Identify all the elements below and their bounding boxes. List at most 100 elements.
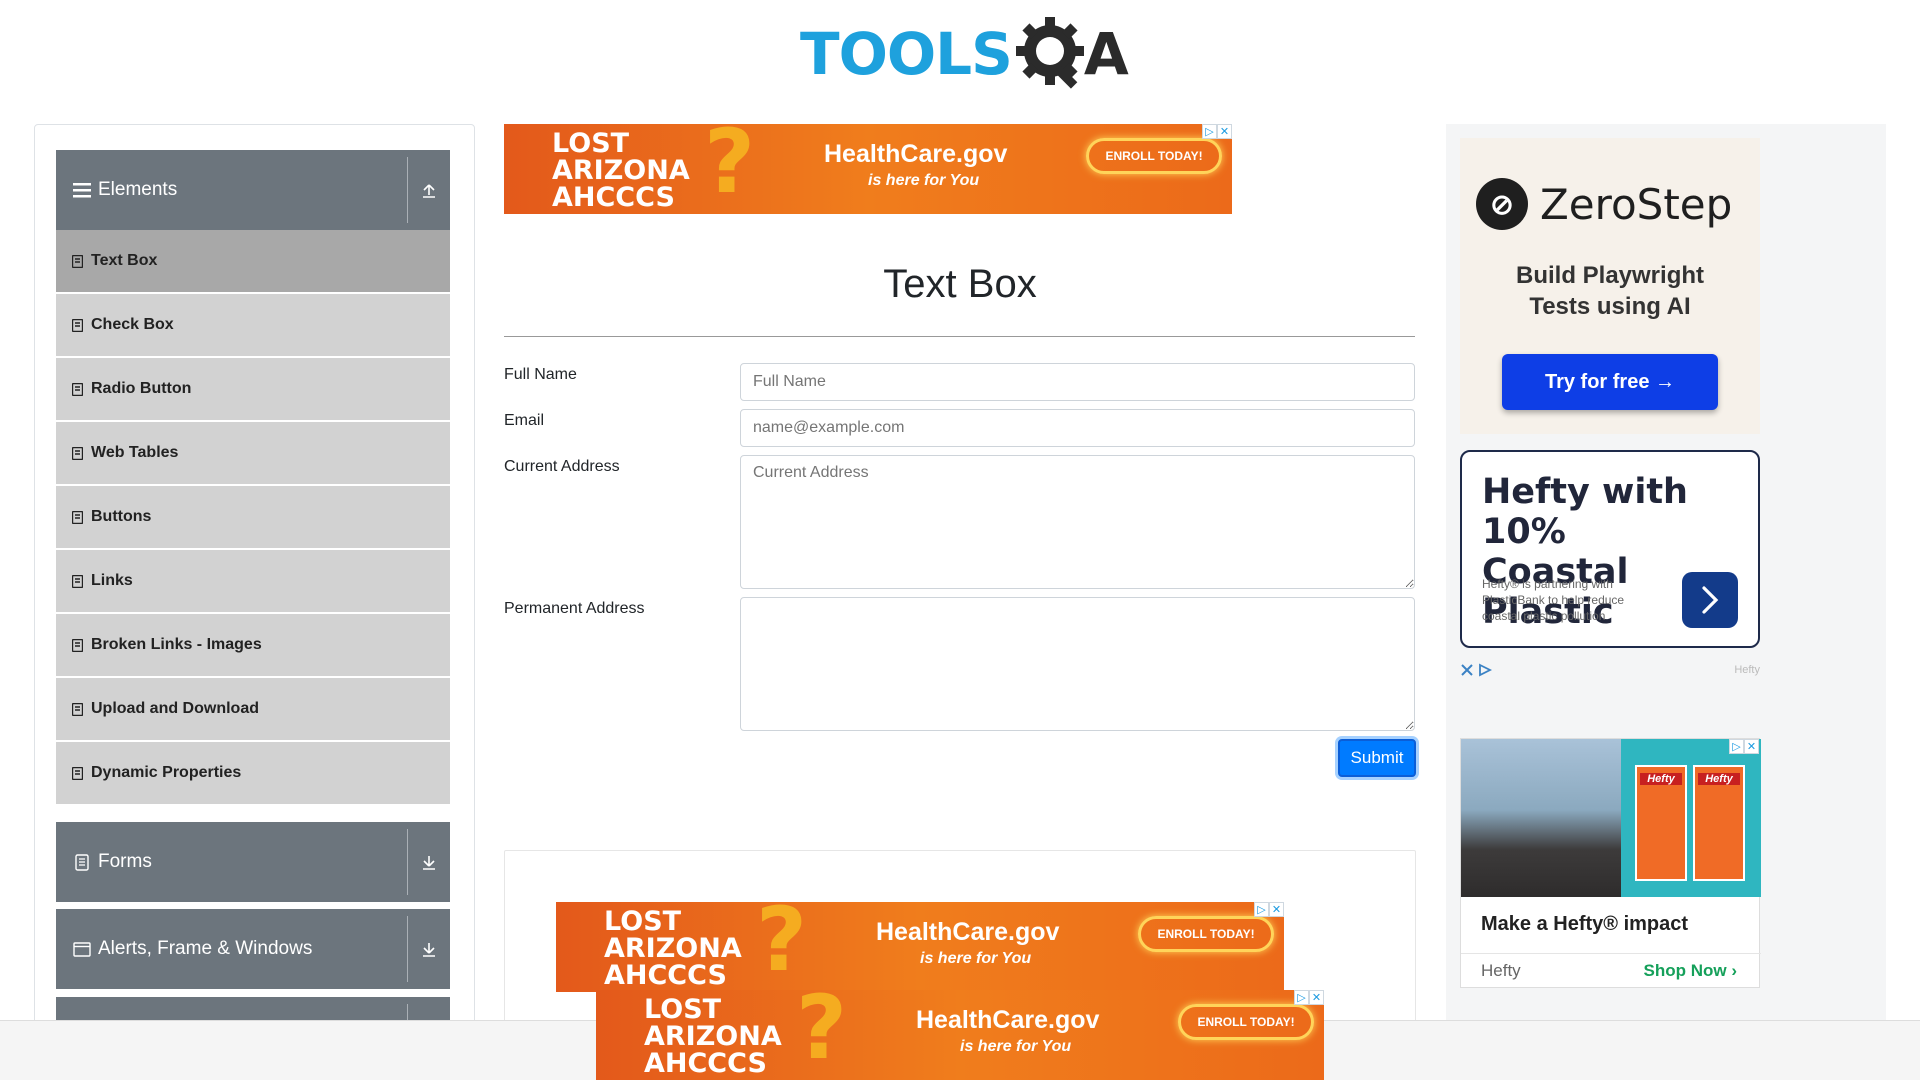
hamburger-icon	[70, 182, 94, 198]
ad-hefty-coastal[interactable]: Hefty with 10% Coastal Plastic Hefty® is…	[1460, 450, 1760, 648]
ad-footer-brand: Hefty	[1734, 664, 1760, 676]
sidebar-item-label: Links	[91, 572, 133, 589]
group-label: Elements	[98, 179, 178, 200]
try-for-free-button[interactable]: Try for free →	[1502, 354, 1718, 410]
divider	[1461, 953, 1761, 954]
beach-cleanup-image	[1461, 739, 1621, 897]
sidebar-item-label: Buttons	[91, 508, 152, 525]
expand-down-icon[interactable]	[408, 854, 450, 870]
adchoices[interactable]: ▷ ✕	[1254, 902, 1284, 917]
zerostep-logo: ⊘ ZeroStep	[1476, 178, 1732, 230]
ad-banner-healthcare-top[interactable]: LOST ARIZONA AHCCCS ? HealthCare.gov is …	[504, 124, 1232, 214]
window-icon	[70, 941, 94, 957]
sidebar-group-elements[interactable]: Elements	[56, 150, 450, 230]
group-label: Forms	[98, 851, 152, 872]
adchoices-icon[interactable]: ▷	[1202, 124, 1217, 139]
sidebar-item-text-box[interactable]: Text Box	[56, 230, 450, 292]
hefty-product-image: Hefty Hefty	[1621, 739, 1761, 897]
hefty-box-label: Hefty	[1698, 773, 1740, 785]
sidebar-item-broken-links-images[interactable]: Broken Links - Images	[56, 614, 450, 676]
ad-brand: HealthCare.gov	[824, 140, 1008, 168]
page: TOOLS A Elements Text Box Check Box Radi…	[0, 0, 1920, 1080]
item-icon	[71, 638, 83, 652]
item-icon	[71, 446, 83, 460]
sidebar-item-dynamic-properties[interactable]: Dynamic Properties	[56, 742, 450, 804]
logo-text-tools: TOOLS	[800, 20, 1013, 88]
ad-banner-healthcare-middle[interactable]: LOST ARIZONA AHCCCS ? HealthCare.gov is …	[556, 902, 1284, 992]
full-name-label: Full Name	[504, 366, 577, 383]
zerostep-name: ZeroStep	[1540, 179, 1733, 229]
item-icon	[71, 574, 83, 588]
hefty-brand: Hefty	[1481, 961, 1521, 980]
document-icon	[70, 853, 94, 871]
permanent-address-textarea[interactable]	[740, 597, 1415, 731]
chevron-right-icon[interactable]	[1682, 572, 1738, 628]
ad-cta-button[interactable]: ENROLL TODAY!	[1086, 138, 1222, 174]
zerostep-tagline: Build Playwright Tests using AI	[1515, 262, 1704, 320]
sidebar-item-check-box[interactable]: Check Box	[56, 294, 450, 356]
hefty-box-label: Hefty	[1640, 773, 1682, 785]
sidebar: Elements Text Box Check Box Radio Button…	[34, 124, 475, 1080]
item-icon	[71, 510, 83, 524]
submit-button[interactable]: Submit	[1338, 739, 1416, 777]
ad-subtext: is here for You	[920, 950, 1032, 967]
ad-subtext: is here for You	[868, 172, 980, 189]
toolsqa-logo[interactable]: TOOLS A	[800, 14, 1129, 94]
full-name-input[interactable]	[740, 363, 1415, 401]
collapse-up-icon[interactable]	[408, 182, 450, 198]
close-icon[interactable]: ✕	[1269, 902, 1284, 917]
question-mark-icon: ?	[796, 990, 848, 1079]
item-icon	[71, 382, 83, 396]
ad-subtext: is here for You	[960, 1038, 1072, 1055]
item-icon	[71, 702, 83, 716]
permanent-address-label: Permanent Address	[504, 600, 645, 617]
sidebar-item-radio-button[interactable]: Radio Button	[56, 358, 450, 420]
close-icon[interactable]: ✕	[1744, 739, 1759, 754]
email-input[interactable]	[740, 409, 1415, 447]
ad-brand: HealthCare.gov	[876, 918, 1060, 946]
adchoices-icon[interactable]: ▷	[1254, 902, 1269, 917]
ad-banner-healthcare-sticky[interactable]: LOST ARIZONA AHCCCS ? HealthCare.gov is …	[596, 990, 1324, 1080]
current-address-label: Current Address	[504, 458, 620, 475]
close-icon[interactable]: ✕	[1309, 990, 1324, 1005]
adchoices[interactable]: ▷ ✕	[1729, 739, 1759, 754]
adchoices[interactable]: ▷ ✕	[1202, 124, 1232, 139]
ad-headline: LOST ARIZONA AHCCCS	[644, 994, 782, 1079]
sidebar-item-label: Radio Button	[91, 380, 192, 397]
sidebar-item-web-tables[interactable]: Web Tables	[56, 422, 450, 484]
sidebar-item-label: Dynamic Properties	[91, 764, 242, 781]
adchoices[interactable]: ▷ ✕	[1294, 990, 1324, 1005]
adchoices-icon[interactable]: ▷	[1729, 739, 1744, 754]
ad-footer: Hefty	[1460, 662, 1760, 678]
sidebar-item-label: Check Box	[91, 316, 174, 333]
page-title: Text Box	[883, 262, 1037, 306]
group-label: Alerts, Frame & Windows	[98, 938, 313, 959]
hefty-subtext: Hefty® is partnering with PlasticBank to…	[1482, 577, 1625, 623]
question-mark-icon: ?	[756, 902, 808, 991]
sidebar-item-label: Web Tables	[91, 444, 179, 461]
email-label: Email	[504, 412, 545, 429]
sidebar-group-forms[interactable]: Forms	[56, 822, 450, 902]
ad-cta-button[interactable]: ENROLL TODAY!	[1178, 1004, 1314, 1040]
current-address-textarea[interactable]	[740, 455, 1415, 589]
sidebar-group-alerts-frame-windows[interactable]: Alerts, Frame & Windows	[56, 909, 450, 989]
item-icon	[71, 766, 83, 780]
close-icon[interactable]: ✕	[1217, 124, 1232, 139]
shop-now-link[interactable]: Shop Now ›	[1644, 961, 1738, 981]
ad-cta-button[interactable]: ENROLL TODAY!	[1138, 916, 1274, 952]
sidebar-item-buttons[interactable]: Buttons	[56, 486, 450, 548]
sidebar-item-upload-and-download[interactable]: Upload and Download	[56, 678, 450, 740]
expand-down-icon[interactable]	[408, 941, 450, 957]
adchoices-icon[interactable]: ▷	[1294, 990, 1309, 1005]
question-mark-icon: ?	[704, 124, 756, 213]
ad-headline: LOST ARIZONA AHCCCS	[552, 128, 690, 213]
sidebar-item-label: Text Box	[91, 252, 158, 269]
adchoices-icon[interactable]	[1460, 663, 1494, 677]
item-icon	[71, 318, 83, 332]
zerostep-icon: ⊘	[1476, 178, 1528, 230]
ad-hefty-impact[interactable]: Hefty Hefty ▷ ✕ Make a Hefty® impact Hef…	[1460, 738, 1761, 988]
ad-zerostep[interactable]: ⊘ ZeroStep Build Playwright Tests using …	[1460, 138, 1760, 434]
elements-menu-list: Text Box Check Box Radio Button Web Tabl…	[56, 230, 450, 806]
sidebar-item-links[interactable]: Links	[56, 550, 450, 612]
ad-headline: LOST ARIZONA AHCCCS	[604, 906, 742, 991]
